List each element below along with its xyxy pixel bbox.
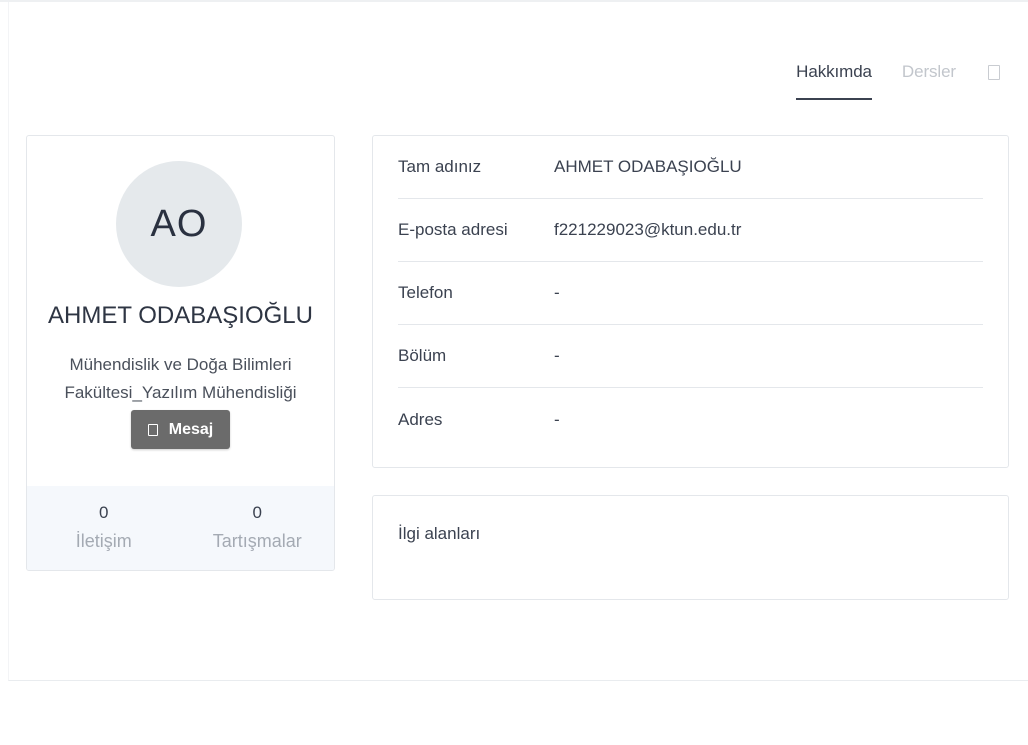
stat-contacts-value: 0 bbox=[99, 503, 109, 522]
info-row-phone: Telefon - bbox=[398, 262, 983, 325]
profile-stats: 0 İletişim 0 Tartışmalar bbox=[27, 486, 334, 570]
profile-department: Mühendislik ve Doğa Bilimleri Fakültesi_… bbox=[64, 355, 297, 402]
stat-contacts[interactable]: 0 İletişim bbox=[27, 486, 181, 570]
info-label: Tam adınız bbox=[398, 157, 482, 176]
document-icon[interactable] bbox=[988, 65, 1000, 80]
info-label: E-posta adresi bbox=[398, 220, 508, 239]
stat-discussions[interactable]: 0 Tartışmalar bbox=[181, 486, 335, 570]
info-card: Tam adınız AHMET ODABAŞIOĞLU E-posta adr… bbox=[372, 135, 1009, 468]
info-value: - bbox=[554, 409, 560, 429]
info-row-email: E-posta adresi f221229023@ktun.edu.tr bbox=[398, 199, 983, 262]
profile-name: AHMET ODABAŞIOĞLU bbox=[48, 302, 313, 329]
interests-title: İlgi alanları bbox=[398, 524, 481, 543]
profile-card: AO AHMET ODABAŞIOĞLU Mühendislik ve Doğa… bbox=[26, 135, 335, 571]
info-label: Telefon bbox=[398, 283, 453, 302]
info-row-address: Adres - bbox=[398, 388, 983, 451]
info-value: f221229023@ktun.edu.tr bbox=[554, 220, 742, 239]
stat-contacts-label: İletişim bbox=[75, 531, 132, 551]
tab-dersler[interactable]: Dersler bbox=[902, 56, 956, 98]
info-value: AHMET ODABAŞIOĞLU bbox=[554, 157, 742, 176]
info-value: - bbox=[554, 283, 560, 302]
tab-hakkimda[interactable]: Hakkımda bbox=[796, 56, 872, 100]
message-button-label: Mesaj bbox=[168, 420, 214, 438]
info-row-department: Bölüm - bbox=[398, 325, 983, 388]
info-label: Adres bbox=[398, 409, 443, 429]
stat-discussions-label: Tartışmalar bbox=[212, 531, 302, 551]
interests-card: İlgi alanları bbox=[372, 495, 1009, 600]
message-button[interactable]: Mesaj bbox=[131, 410, 230, 449]
info-label: Bölüm bbox=[398, 346, 447, 365]
info-value: - bbox=[554, 346, 560, 365]
profile-tabs: Hakkımda Dersler bbox=[766, 56, 1000, 102]
stat-discussions-value: 0 bbox=[252, 503, 262, 522]
envelope-icon bbox=[147, 423, 158, 436]
info-row-full-name: Tam adınız AHMET ODABAŞIOĞLU bbox=[398, 136, 983, 199]
avatar: AO bbox=[116, 161, 242, 287]
